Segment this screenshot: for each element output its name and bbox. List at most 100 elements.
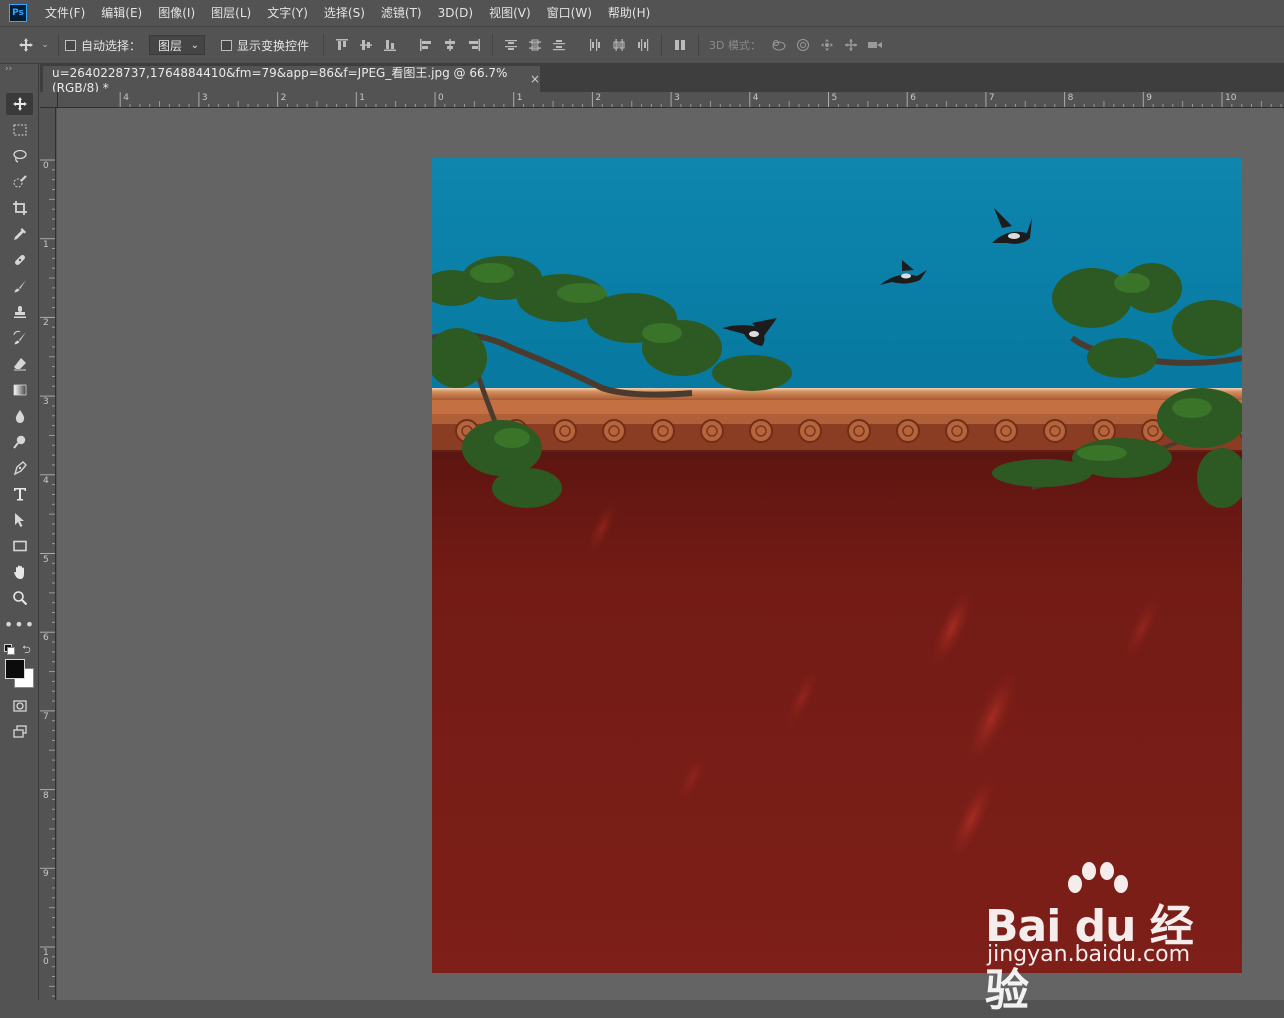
ruler-label: 1 0: [43, 948, 49, 967]
eraser-tool-icon[interactable]: [6, 353, 33, 375]
swap-colors-icon[interactable]: ⮌: [22, 641, 31, 660]
baidu-jingyan-watermark: Bai du 经验 jingyan.baidu.com: [985, 862, 1225, 1016]
blur-tool-icon[interactable]: [6, 405, 33, 427]
zoom-tool-icon[interactable]: [6, 587, 33, 609]
menu-filter[interactable]: 滤镜(T): [373, 0, 430, 26]
align-right-icon[interactable]: [464, 34, 484, 56]
3d-slide-icon[interactable]: [841, 34, 861, 56]
roof-tile-end: [896, 419, 920, 443]
vertical-ruler[interactable]: 0 1 2 3 4 5 6 7 8 9 1 0: [40, 108, 56, 1000]
watermark-url: jingyan.baidu.com: [987, 942, 1191, 967]
screen-mode-icon[interactable]: [6, 721, 33, 743]
3d-orbit-icon[interactable]: [769, 34, 789, 56]
align-vertical-center-icon[interactable]: [356, 34, 376, 56]
align-horizontal-center-icon[interactable]: [440, 34, 460, 56]
path-selection-icon[interactable]: [6, 509, 33, 531]
close-icon[interactable]: ×: [530, 72, 540, 86]
distribute-left-icon[interactable]: [585, 34, 605, 56]
roof-tile-end: [749, 419, 773, 443]
roof-tile-end: [994, 419, 1018, 443]
roof-tile-end: [602, 419, 626, 443]
ruler-label: 0: [438, 93, 444, 103]
3d-mode-label: 3D 模式：: [709, 39, 761, 52]
foreground-color-swatch[interactable]: [5, 659, 25, 679]
quick-mask-icon[interactable]: [6, 695, 33, 717]
ruler-label: 2: [43, 318, 49, 329]
panel-collapse-icon[interactable]: ››: [5, 64, 12, 74]
ruler-label: 1: [516, 93, 523, 103]
menu-bar: Ps 文件(F) 编辑(E) 图像(I) 图层(L) 文字(Y) 选择(S) 滤…: [0, 0, 1284, 26]
roof-tile-end: [945, 419, 969, 443]
ruler-origin[interactable]: [40, 92, 58, 108]
chevron-down-icon[interactable]: ⌄: [40, 34, 50, 56]
photoshop-logo-icon: Ps: [9, 4, 27, 22]
ruler-label: 3: [201, 93, 208, 103]
ruler-label: 4: [43, 475, 49, 486]
crop-tool-icon[interactable]: [6, 197, 33, 219]
eyedropper-icon[interactable]: [6, 223, 33, 245]
show-transform-label: 显示变换控件: [237, 38, 310, 53]
3d-roll-icon[interactable]: [793, 34, 813, 56]
type-tool-icon[interactable]: [6, 483, 33, 505]
distribute-bottom-icon[interactable]: [549, 34, 569, 56]
distribute-right-icon[interactable]: [633, 34, 653, 56]
palace-wall-photo: [432, 158, 1242, 973]
ruler-label: 5: [831, 93, 838, 103]
quick-selection-icon[interactable]: [6, 171, 33, 193]
default-colors-icon[interactable]: [4, 644, 15, 655]
ruler-label: 6: [43, 633, 49, 644]
menu-type[interactable]: 文字(Y): [259, 0, 316, 26]
roof-tile-end: [700, 419, 724, 443]
move-tool-icon[interactable]: [6, 93, 33, 115]
move-tool-preset-icon[interactable]: [16, 34, 36, 56]
ruler-label: 1: [43, 239, 49, 250]
ruler-label: 5: [43, 554, 49, 565]
gradient-tool-icon[interactable]: [6, 379, 33, 401]
auto-select-label: 自动选择：: [81, 38, 142, 53]
healing-brush-icon[interactable]: [6, 249, 33, 271]
menu-layer[interactable]: 图层(L): [203, 0, 259, 26]
divider: [323, 34, 325, 56]
ruler-label: 8: [43, 790, 49, 801]
rectangular-marquee-icon[interactable]: [6, 119, 33, 141]
chevron-down-icon: ⌄: [190, 39, 200, 51]
menu-window[interactable]: 窗口(W): [539, 0, 600, 26]
document-tab[interactable]: u=2640228737,1764884410&fm=79&app=86&f=J…: [43, 66, 540, 95]
menu-file[interactable]: 文件(F): [37, 0, 93, 26]
menu-help[interactable]: 帮助(H): [600, 0, 658, 26]
ruler-label: 8: [1067, 93, 1074, 103]
lasso-tool-icon[interactable]: [6, 145, 33, 167]
brush-tool-icon[interactable]: [6, 275, 33, 297]
show-transform-checkbox[interactable]: [221, 39, 233, 51]
ruler-label: 6: [910, 93, 916, 103]
distribute-vertical-center-icon[interactable]: [525, 34, 545, 56]
align-top-icon[interactable]: [332, 34, 352, 56]
auto-select-checkbox[interactable]: [65, 39, 76, 51]
ruler-label: 2: [280, 93, 287, 103]
menu-3d[interactable]: 3D(D): [430, 0, 481, 26]
menu-view[interactable]: 视图(V): [481, 0, 539, 26]
rectangle-shape-icon[interactable]: [6, 535, 33, 557]
more-tools-icon[interactable]: •••: [4, 613, 34, 635]
distribute-top-icon[interactable]: [501, 34, 521, 56]
options-bar: ⌄ 自动选择： 图层 ⌄ 显示变换控件 3D 模式：: [0, 26, 1284, 64]
auto-select-dropdown[interactable]: 图层 ⌄: [149, 35, 206, 55]
divider: [58, 34, 59, 56]
document-image[interactable]: [432, 158, 1242, 973]
dodge-tool-icon[interactable]: [6, 431, 33, 453]
menu-image[interactable]: 图像(I): [150, 0, 203, 26]
hand-tool-icon[interactable]: [6, 561, 33, 583]
menu-select[interactable]: 选择(S): [316, 0, 373, 26]
align-bottom-icon[interactable]: [380, 34, 400, 56]
3d-video-camera-icon[interactable]: [865, 34, 885, 56]
horizontal-ruler[interactable]: 4 3 2 1 0 1 2 3 4 5 6 7 8 9 10: [58, 92, 1284, 108]
ruler-label: 1: [359, 93, 366, 103]
align-left-icon[interactable]: [416, 34, 436, 56]
history-brush-icon[interactable]: [6, 327, 33, 349]
menu-edit[interactable]: 编辑(E): [93, 0, 150, 26]
pen-tool-icon[interactable]: [6, 457, 33, 479]
auto-align-layers-icon[interactable]: [670, 34, 690, 56]
distribute-horizontal-center-icon[interactable]: [609, 34, 629, 56]
3d-pan-icon[interactable]: [817, 34, 837, 56]
clone-stamp-icon[interactable]: [6, 301, 33, 323]
